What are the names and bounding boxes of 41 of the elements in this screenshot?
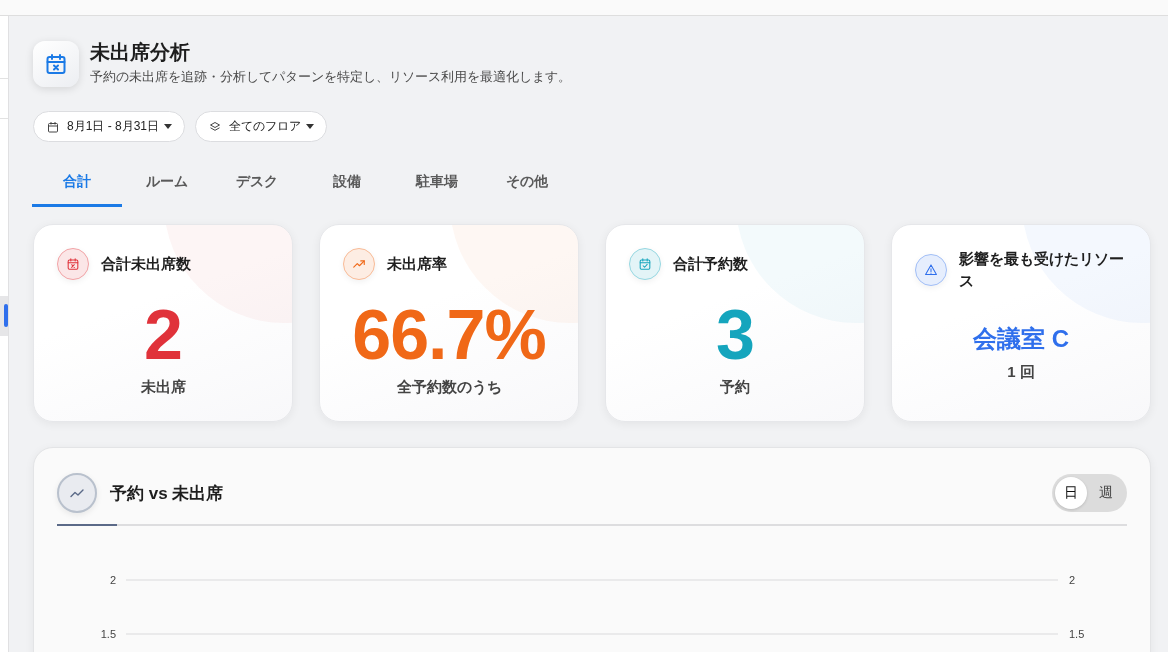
- stat-value: 3: [716, 295, 754, 374]
- stat-value: 会議室 C: [973, 323, 1069, 354]
- calendar-x-icon: [57, 248, 89, 280]
- chart-title: 予約 vs 未出席: [110, 482, 225, 505]
- tab[interactable]: 設備: [302, 159, 392, 207]
- period-option[interactable]: 週: [1090, 477, 1122, 509]
- warning-icon: [915, 254, 947, 286]
- tab[interactable]: 駐車場: [392, 159, 482, 207]
- stat-title: 合計予約数: [673, 254, 749, 274]
- filter-dropdown[interactable]: 8月1日 - 8月31日: [33, 111, 186, 142]
- page-subtitle: 予約の未出席を追跡・分析してパターンを特定し、リソース利用を最適化します。: [90, 68, 571, 86]
- period-toggle[interactable]: 日 週: [1052, 474, 1127, 512]
- tab[interactable]: その他: [482, 159, 572, 207]
- y-axis-tick-label: 1.5: [1069, 628, 1085, 640]
- stat-title: 影響を最も受けたリソース: [959, 249, 1125, 291]
- stat-caption: 1 回: [1007, 361, 1035, 382]
- filter-dropdown[interactable]: 全てのフロア: [195, 111, 328, 142]
- caret-icon: [164, 124, 173, 129]
- tab[interactable]: ルーム: [122, 159, 212, 207]
- tab[interactable]: 合計: [32, 159, 122, 207]
- y-axis-tick-label: 2: [109, 574, 116, 586]
- period-option[interactable]: 日: [1055, 477, 1087, 509]
- caret-icon: [306, 124, 315, 129]
- y-axis-tick-label: 2: [1069, 574, 1076, 586]
- y-axis-tick-label: 1.5: [100, 628, 116, 640]
- stat-caption: 全予約数のうち: [396, 376, 502, 397]
- calendar-x-icon: [33, 41, 79, 87]
- tab[interactable]: デスク: [212, 159, 302, 207]
- sidebar-item[interactable]: [0, 296, 8, 336]
- stat-caption: 未出席: [140, 376, 186, 397]
- stat-caption: 予約: [720, 376, 750, 397]
- stat-value: 2: [144, 295, 182, 374]
- stat-value: 66.7%: [352, 295, 546, 374]
- page-title: 未出席分析: [90, 40, 190, 65]
- calendar-check-icon: [629, 248, 661, 280]
- layers-icon: [209, 120, 222, 133]
- calendar-icon: [47, 120, 59, 133]
- trending-up-icon: [343, 248, 375, 280]
- active-indicator: [4, 304, 8, 327]
- stat-title: 合計未出席数: [101, 254, 192, 274]
- stat-title: 未出席率: [387, 254, 448, 274]
